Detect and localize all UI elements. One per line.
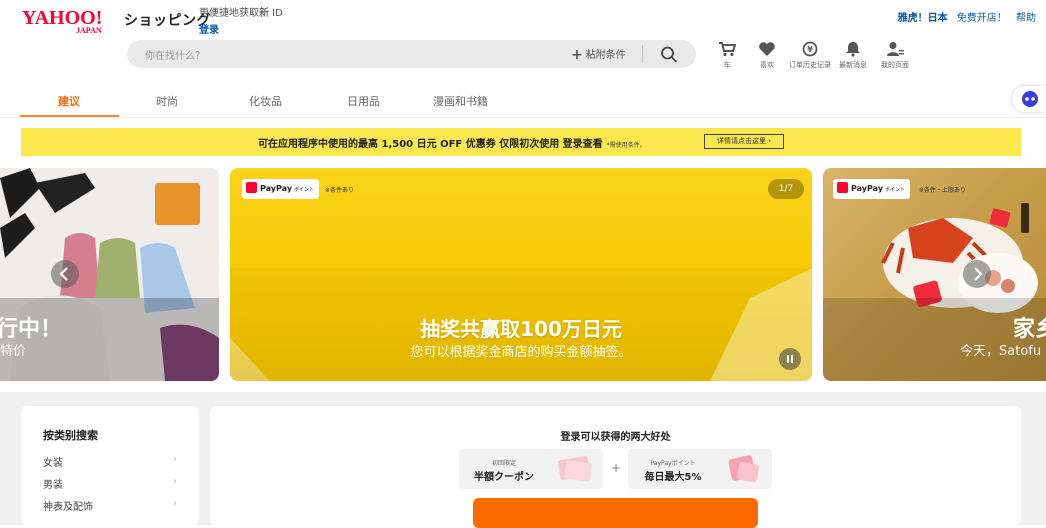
tab-fashion[interactable]: 时尚: [156, 93, 178, 109]
chevron-left-icon: [59, 267, 68, 281]
login-benefits-panel: 登录可以获得的两大好处 初回限定 半額クーポン + PayPayポイント 毎日最…: [210, 406, 1021, 528]
pause-icon: [787, 355, 793, 363]
login-link[interactable]: 登录: [199, 21, 219, 36]
favorites-label: 喜欢: [760, 61, 774, 69]
tab-daily-goods[interactable]: 日用品: [347, 93, 380, 109]
benefits-title: 登录可以获得的两大好处: [560, 432, 671, 443]
carousel-prev-button[interactable]: [51, 260, 79, 288]
slide-next-title: 家乡: [1013, 317, 1046, 342]
login-cta-button[interactable]: [473, 498, 758, 528]
login-hint: 更便捷地获取新 ID: [199, 8, 283, 19]
paypay-badge-next: PayPay ポイント: [833, 179, 911, 199]
my-page-label: 我的页面: [881, 61, 909, 69]
slide-previous-title: 行中！: [0, 317, 63, 342]
chatbot-icon: [1022, 91, 1038, 107]
paypay-logo-icon: [246, 182, 257, 193]
benefit-coupon: 初回限定 半額クーポン: [459, 449, 603, 489]
tab-recommended[interactable]: 建议: [58, 93, 80, 109]
open-store-link[interactable]: 免费开店！: [957, 13, 1007, 24]
chevron-right-icon: ›: [173, 454, 177, 465]
carousel-slide-next[interactable]: PayPayポイント ※条件・上限あり 家乡 今天，Satofu: [823, 168, 1046, 381]
slide-next-condition-note: ※条件・上限あり: [919, 187, 967, 194]
slide-condition-note: ※条件あり: [325, 187, 355, 194]
yahoo-japan-link[interactable]: 雅虎！日本: [898, 13, 948, 24]
help-link[interactable]: 帮助: [1016, 13, 1036, 24]
carousel-pause-button[interactable]: [779, 348, 801, 370]
category-item[interactable]: 神表及配饰 ›: [43, 498, 177, 513]
tab-manga-books[interactable]: 漫画和书籍: [433, 93, 488, 109]
tab-divider: [0, 117, 1046, 118]
promo-details-button[interactable]: 详情请点击这里 ›: [704, 134, 784, 149]
chevron-right-icon: [974, 267, 983, 281]
carousel-slide-current[interactable]: PayPay ポイント ※条件あり 1/7 抽奖共赢取100万日元 您可以根据奖金…: [230, 168, 812, 381]
my-page-button[interactable]: 我的页面: [871, 41, 919, 70]
category-panel-title: 按类别搜索: [43, 429, 98, 442]
heart-icon: [759, 42, 775, 56]
benefit-points: PayPayポイント 毎日最大5%: [628, 449, 772, 489]
slide-counter: 1/7: [768, 179, 804, 199]
plus-icon: +: [571, 47, 583, 63]
yahoo-japan-logo[interactable]: YAHOO! JAPAN: [22, 7, 122, 35]
shopping-wordmark[interactable]: ショッピング: [124, 10, 211, 30]
notifications-button[interactable]: 最新消息: [829, 41, 877, 70]
add-conditions-button[interactable]: + 粘附条件: [571, 46, 626, 63]
search-bar[interactable]: 你在找什么？ + 粘附条件: [127, 40, 696, 68]
search-icon: [661, 46, 677, 63]
favorites-button[interactable]: 喜欢: [743, 41, 791, 70]
chevron-right-icon: ›: [173, 476, 177, 487]
category-item[interactable]: 男装 ›: [43, 476, 177, 491]
order-history-button[interactable]: ¥ 订单历史记录: [786, 41, 834, 70]
plus-icon: +: [611, 461, 622, 475]
paypay-badge: PayPay ポイント: [242, 179, 320, 199]
benefit-coupon-caption: 初回限定: [491, 460, 516, 467]
assistant-button[interactable]: [1012, 86, 1046, 112]
paypay-logo-icon-next: [837, 182, 848, 193]
slide-subtitle: 您可以根据奖金商店的购买金额抽签。: [410, 345, 632, 360]
carousel-next-button[interactable]: [963, 260, 991, 288]
svg-text:¥: ¥: [807, 45, 813, 54]
promo-banner[interactable]: 可在应用程序中使用的最高 1,500 日元 OFF 优惠券 仅限初次使用 登录查…: [21, 128, 1021, 156]
benefit-points-caption: PayPayポイント: [650, 460, 696, 467]
order-history-icon: ¥: [802, 41, 818, 57]
fashion-photo: [0, 168, 219, 381]
promo-note: *需使用条件。: [606, 142, 646, 149]
user-icon: [887, 42, 904, 56]
conditions-label: 粘附条件: [585, 50, 626, 61]
chevron-right-icon: ›: [173, 498, 177, 509]
coupon-icon: [557, 455, 592, 482]
promo-text: 可在应用程序中使用的最高 1,500 日元 OFF 优惠券 仅限初次使用 登录查…: [258, 139, 646, 150]
cart-icon: [719, 42, 736, 57]
notifications-label: 最新消息: [839, 61, 867, 69]
tab-cosmetics[interactable]: 化妆品: [249, 93, 282, 109]
top-links: 雅虎！日本 免费开店！ 帮助: [892, 9, 1036, 24]
slide-previous-subtitle: 特价: [0, 344, 27, 359]
search-divider: [642, 45, 643, 63]
order-history-label: 订单历史记录: [789, 61, 831, 69]
slide-title: 抽奖共赢取100万日元: [420, 317, 622, 341]
category-panel: 按类别搜索 女装 › 男装 › 神表及配饰 ›: [21, 406, 199, 525]
benefit-coupon-label: 半額クーポン: [474, 472, 534, 483]
carousel-slide-previous[interactable]: 行中！ 特价: [0, 168, 219, 381]
category-item[interactable]: 女装 ›: [43, 454, 177, 469]
benefit-points-label: 毎日最大5%: [644, 472, 702, 483]
paypay-card-icon: [728, 455, 759, 483]
bell-icon: [846, 42, 860, 57]
search-input[interactable]: 你在找什么？: [145, 47, 205, 62]
svg-text:JAPAN: JAPAN: [76, 26, 102, 35]
search-button[interactable]: [659, 45, 679, 63]
slide-next-subtitle: 今天，Satofu: [960, 344, 1042, 359]
